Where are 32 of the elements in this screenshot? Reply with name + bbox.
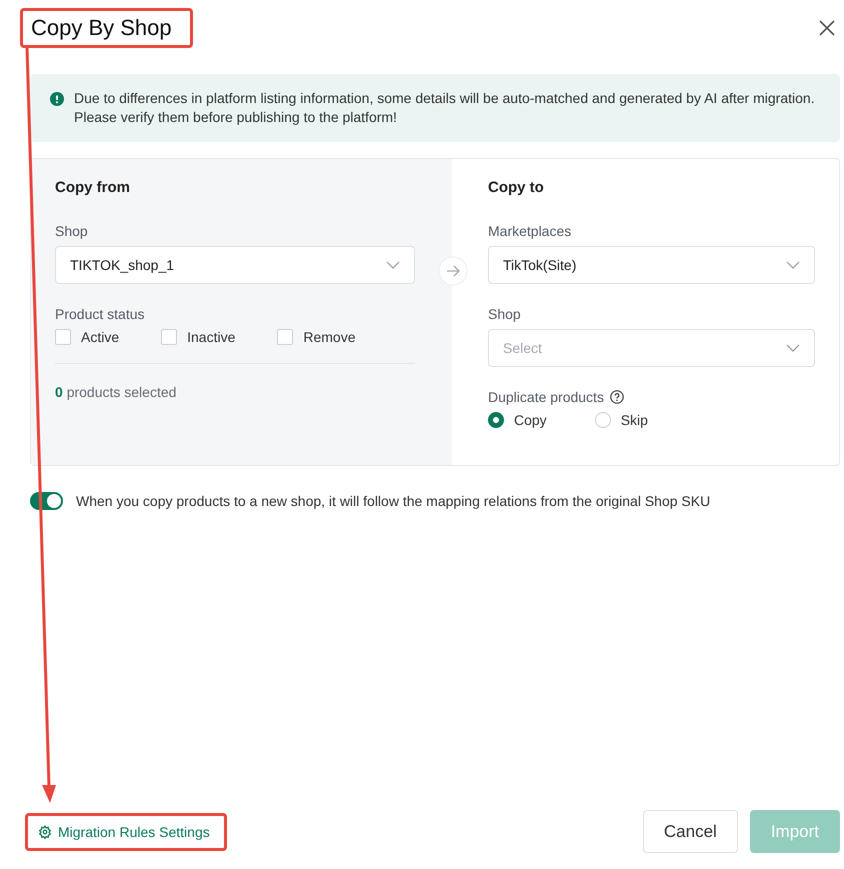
alert-text: Due to differences in platform listing information, some details will be auto-matched and generated by AI after migration. Please verify them before publishing to the platform! xyxy=(74,89,816,127)
panel-heading: Copy from xyxy=(55,179,131,196)
radio-label: Copy xyxy=(514,412,547,428)
caret-icon xyxy=(386,261,400,269)
shop-select[interactable]: TIKTOK_shop_1 xyxy=(55,246,415,284)
close-icon[interactable] xyxy=(818,19,836,37)
field-label: Shop xyxy=(488,306,522,322)
radio-button[interactable] xyxy=(488,412,504,428)
checkbox-label: Inactive xyxy=(187,329,236,345)
settings-icon xyxy=(38,824,52,838)
checkbox-label: Remove xyxy=(303,329,356,345)
selected-count: 0 products selected xyxy=(55,384,178,400)
marketplace-select[interactable]: TikTok(Site) xyxy=(488,246,815,284)
caret-icon xyxy=(786,344,800,352)
toggle-label: When you copy products to a new shop, it will follow the mapping relations from the original Shop SKU xyxy=(76,493,710,509)
checkbox[interactable] xyxy=(55,329,71,345)
checkbox-label: Active xyxy=(81,329,120,345)
help-icon[interactable] xyxy=(610,390,624,404)
field-label: Product status xyxy=(55,306,146,322)
field-label: Duplicate products xyxy=(488,389,604,405)
checkbox[interactable] xyxy=(277,329,294,345)
dialog-title: Copy By Shop xyxy=(20,8,193,48)
panel-heading: Copy to xyxy=(488,179,545,196)
toggle-switch[interactable] xyxy=(30,492,63,510)
field-label: Marketplaces xyxy=(488,223,572,239)
migration-rules-link[interactable]: Migration Rules Settings xyxy=(25,812,227,850)
field-label: Shop xyxy=(55,223,89,239)
caret-icon xyxy=(786,261,800,269)
alert-icon xyxy=(50,92,64,106)
checkbox[interactable] xyxy=(161,329,178,345)
cancel-button[interactable]: Cancel xyxy=(642,810,738,853)
radio-label: Skip xyxy=(620,412,648,428)
